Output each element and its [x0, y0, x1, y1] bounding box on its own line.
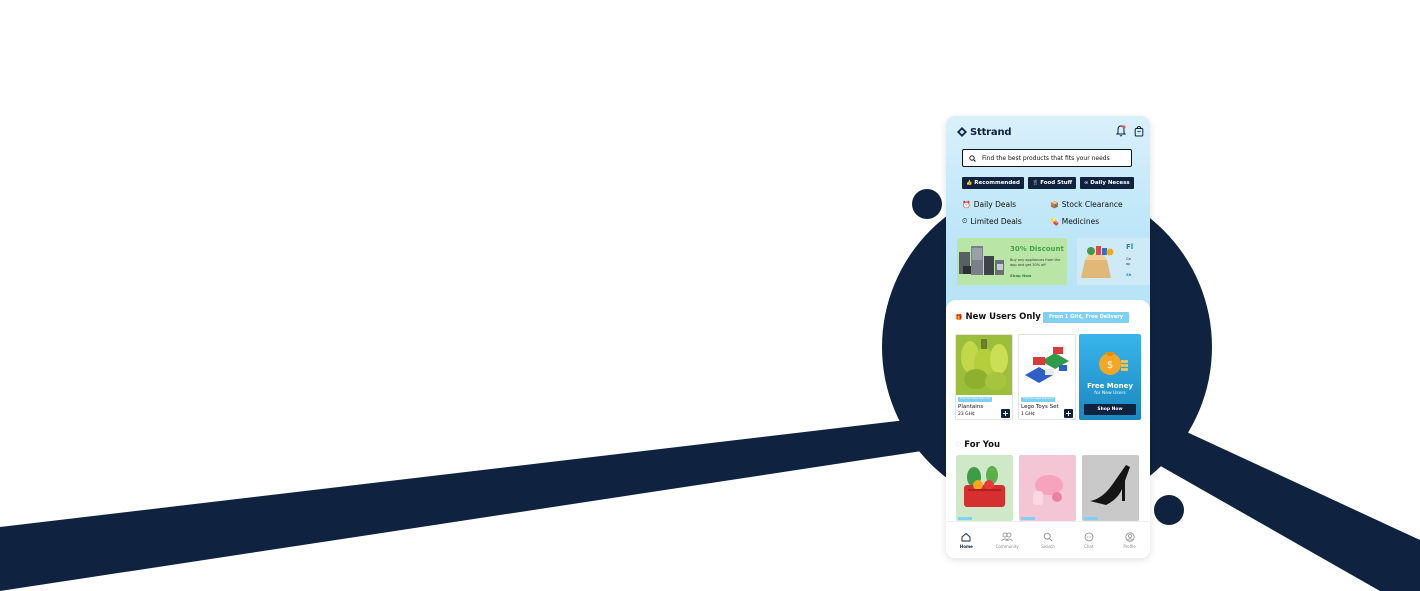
deal-daily-deals[interactable]: ⏰ Daily Deals: [962, 200, 1016, 209]
community-icon: [1001, 532, 1013, 542]
heart-icon: ♡: [955, 441, 962, 449]
tab-label: Search: [1041, 544, 1055, 549]
tab-community[interactable]: Community: [990, 532, 1024, 549]
heels-image: [1084, 465, 1130, 520]
deal-limited-deals[interactable]: ⏲ Limited Deals: [962, 217, 1022, 226]
grocery-basket-image: [958, 466, 1005, 520]
shopping-bag-icon[interactable]: [1134, 125, 1144, 137]
tab-label: Profile: [1123, 544, 1136, 549]
lego-toys-image: [1019, 335, 1075, 395]
brand-name: Sttrand: [970, 126, 1012, 138]
for-you-item-cosmetics[interactable]: [1019, 455, 1076, 521]
banner-desc: Buy any appliances from the app and get …: [1010, 258, 1061, 267]
grocery-box-image: [1081, 246, 1114, 278]
deal-label: Daily Deals: [973, 200, 1017, 209]
deal-label: Stock Clearance: [1061, 200, 1123, 209]
phone-mockup: Sttrand Find the best products that fits…: [946, 116, 1150, 558]
product-price: 1 GH₵: [1021, 412, 1036, 417]
banner-title: 30% Discount: [1010, 245, 1064, 253]
banner-desc: Ge ap: [1126, 257, 1131, 266]
thumbs-up-icon: 👍: [966, 180, 973, 186]
search-icon: [969, 154, 976, 162]
tab-label: Home: [959, 544, 973, 549]
promo-subtitle: for New Users: [1094, 391, 1126, 396]
chip-recommended[interactable]: 👍 Recommended: [962, 177, 1024, 189]
section-title-text: New Users Only: [965, 312, 1041, 322]
bell-icon[interactable]: [1116, 125, 1126, 137]
hero-header: Sttrand Find the best products that fits…: [946, 116, 1150, 308]
product-name: Plantains: [958, 404, 984, 410]
money-bag-icon: $: [1099, 352, 1128, 375]
search-placeholder: Find the best products that fits your ne…: [982, 154, 1110, 162]
tab-label: Community: [995, 544, 1019, 549]
tab-search[interactable]: Search: [1031, 532, 1065, 549]
section-title-text: For You: [964, 440, 1000, 450]
pill-icon: 💊: [1050, 217, 1059, 226]
product-price: 23 GH₵: [958, 412, 975, 417]
add-to-cart-button[interactable]: +: [1064, 409, 1073, 418]
plantains-image: [956, 335, 1012, 395]
clock-icon: ⏰: [962, 200, 971, 209]
chip-label: Food Stuff: [1040, 180, 1073, 186]
discount-banner[interactable]: 30% Discount Buy any appliances from the…: [957, 238, 1067, 285]
promo-title: Free Money: [1087, 382, 1133, 390]
chip-food-stuff[interactable]: 🍴 Food Stuff: [1027, 177, 1077, 189]
home-icon: [961, 532, 971, 542]
chip-label: Daily Necess: [1090, 180, 1130, 186]
gift-icon: 🎁: [955, 313, 963, 321]
timer-icon: ⏲: [962, 217, 968, 225]
brand-mark-icon: [957, 127, 967, 137]
bottom-tab-bar: Home Community Search Chat Profile: [946, 521, 1150, 558]
deal-medicines[interactable]: 💊 Medicines: [1050, 217, 1099, 226]
search-icon: [1043, 532, 1053, 542]
free-money-promo[interactable]: $ Free Money for New Users Shop Now: [1079, 334, 1141, 420]
deal-label: Limited Deals: [970, 217, 1022, 226]
free-delivery-pill: From 1 GH₵, Free Delivery: [1043, 312, 1129, 323]
boxes-icon: 📦: [1050, 200, 1059, 209]
for-you-title: ♡ For You: [955, 440, 1000, 450]
profile-icon: [1124, 532, 1135, 542]
appliances-image: [959, 246, 1004, 275]
brand-logo[interactable]: Sttrand: [957, 126, 1012, 138]
content-sheet: 🎁 New Users Only From 1 GH₵, Free Delive…: [946, 300, 1150, 558]
shop-now-button[interactable]: Shop Now: [1084, 404, 1136, 415]
discount-badge: First Purchase Discount: [1021, 397, 1056, 402]
banner-title: Fl: [1126, 243, 1134, 251]
tab-label: Chat: [1084, 544, 1094, 549]
deal-stock-clearance[interactable]: 📦 Stock Clearance: [1050, 200, 1123, 209]
tab-chat[interactable]: Chat: [1072, 532, 1106, 549]
svg-text:$: $: [1107, 360, 1113, 371]
chip-daily-necessities[interactable]: ∞ Daily Necess: [1080, 177, 1134, 189]
banner-cta[interactable]: Sh: [1126, 272, 1131, 277]
banner-cta[interactable]: Shop Now: [1010, 273, 1031, 278]
tab-home[interactable]: Home: [949, 532, 983, 549]
chip-label: Recommended: [974, 180, 1020, 186]
for-you-item-heels[interactable]: [1082, 455, 1139, 521]
second-banner[interactable]: Fl Ge ap Sh: [1077, 238, 1150, 285]
search-bar[interactable]: Find the best products that fits your ne…: [962, 149, 1132, 167]
product-name: Lego Toys Set: [1021, 404, 1059, 410]
product-card-plantains[interactable]: First Purchase Discount Plantains 23 GH₵…: [955, 334, 1013, 420]
discount-badge: First Purchase Discount: [958, 397, 993, 402]
for-you-item-groceries[interactable]: [956, 455, 1013, 521]
tab-profile[interactable]: Profile: [1113, 532, 1147, 549]
new-users-title: 🎁 New Users Only: [955, 312, 1041, 322]
deal-label: Medicines: [1061, 217, 1100, 226]
food-icon: 🍴: [1031, 180, 1039, 186]
add-to-cart-button[interactable]: +: [1001, 409, 1010, 418]
cosmetics-image: [1021, 475, 1063, 520]
infinity-icon: ∞: [1084, 180, 1089, 186]
category-chips: 👍 Recommended 🍴 Food Stuff ∞ Daily Neces…: [962, 177, 1150, 189]
chat-icon: [1084, 532, 1094, 542]
background-decoration: [0, 182, 1420, 591]
product-card-lego[interactable]: First Purchase Discount Lego Toys Set 1 …: [1018, 334, 1076, 420]
